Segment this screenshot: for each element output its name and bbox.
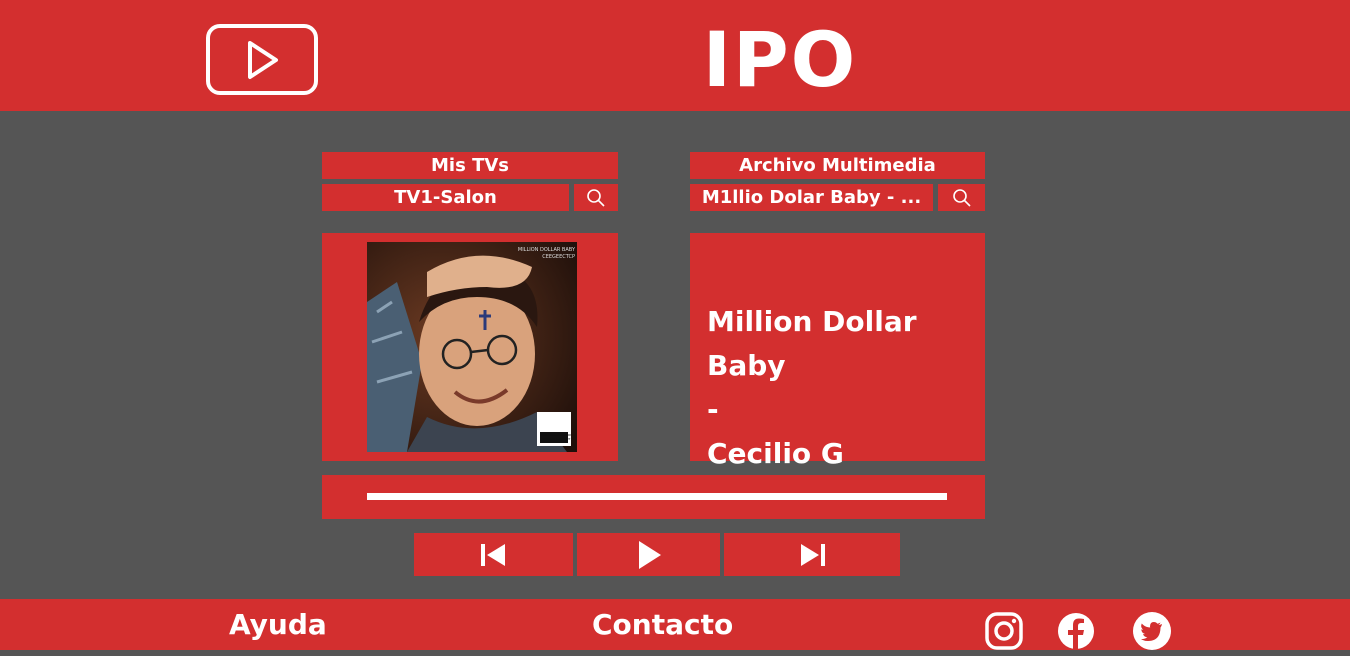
progress-track[interactable] (367, 493, 947, 500)
contact-link[interactable]: Contacto (592, 608, 733, 641)
cover-title: MILLION DOLLAR BABY (517, 247, 575, 253)
tvs-panel-title: Mis TVs (322, 152, 618, 179)
media-panel-title: Archivo Multimedia (690, 152, 985, 179)
skip-previous-icon (480, 543, 505, 566)
progress-bar[interactable] (322, 475, 985, 519)
cover-artist: CEEGEECTCP (542, 254, 575, 260)
previous-button[interactable] (414, 533, 573, 576)
media-search-button[interactable] (938, 184, 985, 211)
song-artist: Cecilio G (707, 437, 844, 470)
tv-selector[interactable]: TV1-Salon (322, 184, 569, 211)
play-button[interactable] (577, 533, 720, 576)
search-icon (587, 188, 605, 207)
app-header: IPO (0, 0, 1350, 111)
album-cover (367, 242, 577, 452)
help-link[interactable]: Ayuda (229, 608, 327, 641)
song-info: Million Dollar Baby - Cecilio G (707, 300, 967, 476)
parental-advisory-badge: PARENTAL ADVISORY EXPLICIT CONTENT (540, 433, 572, 441)
song-separator: - (707, 393, 719, 426)
media-selector[interactable]: M1llio Dolar Baby - ... (690, 184, 933, 211)
song-title: Million Dollar Baby (707, 305, 917, 382)
twitter-icon[interactable] (1132, 612, 1172, 652)
play-icon (638, 540, 661, 569)
facebook-icon[interactable] (1057, 612, 1097, 652)
next-button[interactable] (724, 533, 900, 576)
tv-search-button[interactable] (574, 184, 618, 211)
app-brand: IPO (702, 15, 858, 104)
play-logo-icon[interactable] (206, 24, 318, 95)
skip-next-icon (801, 543, 825, 566)
progress-fill (367, 493, 947, 500)
search-icon (952, 188, 971, 207)
instagram-icon[interactable] (985, 612, 1025, 652)
